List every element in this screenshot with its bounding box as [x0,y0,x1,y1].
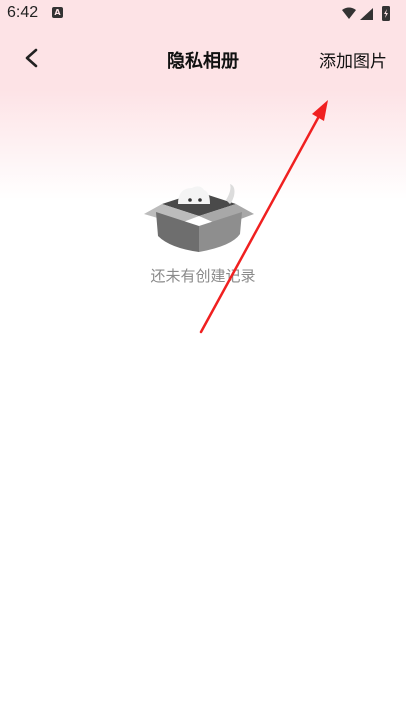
status-time: 6:42 [7,4,39,21]
back-button[interactable] [16,42,48,74]
wifi-icon [342,7,356,19]
status-bar: 6:42 A [0,0,406,28]
add-photo-button[interactable]: 添加图片 [319,47,387,72]
cat-in-box-icon [144,184,254,252]
a-letter-icon: A [52,7,63,18]
app-bar: 隐私相册 添加图片 [0,28,406,90]
battery-icon [382,6,390,21]
signal-icon [360,8,373,20]
empty-state-message: 还未有创建记录 [150,267,256,285]
status-icons [340,6,400,22]
chevron-left-icon [25,48,38,68]
